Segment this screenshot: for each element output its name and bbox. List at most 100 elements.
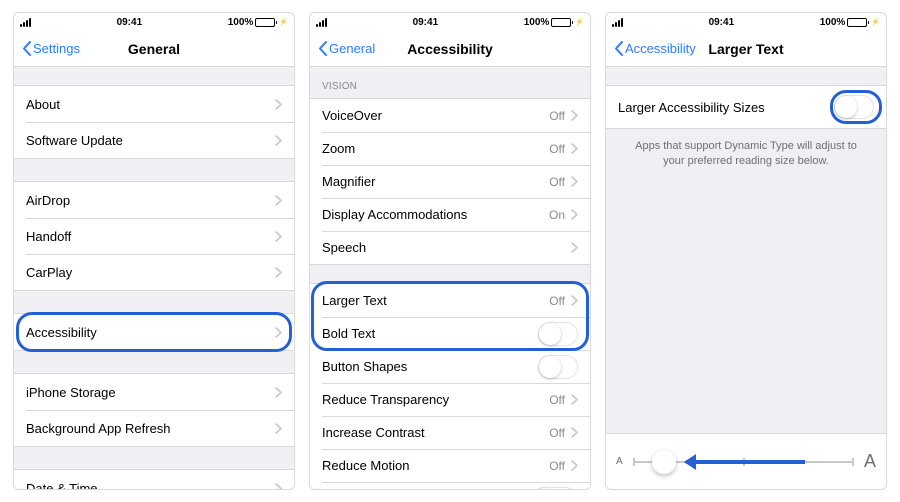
- back-button[interactable]: Settings: [22, 41, 80, 56]
- row-date-time[interactable]: Date & Time: [14, 470, 294, 489]
- chevron-right-icon: [571, 176, 578, 187]
- row-label: Larger Text: [322, 293, 549, 308]
- row-label: Reduce Motion: [322, 458, 549, 473]
- battery-pct: 100%: [820, 17, 846, 28]
- content-scroll[interactable]: Larger Accessibility Sizes Apps that sup…: [606, 67, 886, 489]
- row-value: Off: [549, 426, 565, 440]
- row-airdrop[interactable]: AirDrop: [14, 182, 294, 218]
- chevron-right-icon: [571, 394, 578, 405]
- row-bold-text[interactable]: Bold Text: [310, 317, 590, 350]
- switch-larger-accessibility-sizes[interactable]: [834, 95, 874, 119]
- row-value: Off: [549, 459, 565, 473]
- switch-button-shapes[interactable]: [538, 355, 578, 379]
- chevron-right-icon: [571, 427, 578, 438]
- row-button-shapes[interactable]: Button Shapes: [310, 350, 590, 383]
- slider-track[interactable]: [633, 461, 854, 463]
- settings-group: Accessibility: [14, 313, 294, 351]
- text-size-slider: A A: [606, 433, 886, 489]
- signal-icon: [612, 18, 623, 27]
- switch-bold-text[interactable]: [538, 322, 578, 346]
- settings-group: About Software Update: [14, 85, 294, 159]
- row-zoom[interactable]: Zoom Off: [310, 132, 590, 165]
- slider-thumb[interactable]: [652, 450, 676, 474]
- battery-pct: 100%: [228, 17, 254, 28]
- slider-min-label: A: [616, 456, 623, 467]
- settings-group: VoiceOver Off Zoom Off Magnifier Off Dis…: [310, 98, 590, 265]
- row-label: Background App Refresh: [26, 421, 275, 436]
- row-label: Bold Text: [322, 326, 538, 341]
- row-carplay[interactable]: CarPlay: [14, 254, 294, 290]
- row-display-accommodations[interactable]: Display Accommodations On: [310, 198, 590, 231]
- status-time: 09:41: [413, 17, 439, 28]
- row-label: Software Update: [26, 133, 275, 148]
- back-label: General: [329, 41, 375, 56]
- row-label: Accessibility: [26, 325, 275, 340]
- row-magnifier[interactable]: Magnifier Off: [310, 165, 590, 198]
- content-scroll[interactable]: About Software Update AirDrop Handoff Ca…: [14, 67, 294, 489]
- section-header-vision: Vision: [310, 67, 590, 98]
- row-label: Date & Time: [26, 481, 275, 490]
- row-label: Increase Contrast: [322, 425, 549, 440]
- row-value: Off: [549, 142, 565, 156]
- chevron-right-icon: [275, 231, 282, 242]
- row-increase-contrast[interactable]: Increase Contrast Off: [310, 416, 590, 449]
- row-onoff-labels[interactable]: On/Off Labels: [310, 482, 590, 489]
- nav-bar: General Accessibility: [310, 31, 590, 67]
- settings-group: Date & Time Keyboard: [14, 469, 294, 489]
- chevron-right-icon: [275, 423, 282, 434]
- content-scroll[interactable]: Vision VoiceOver Off Zoom Off Magnifier …: [310, 67, 590, 489]
- battery-pct: 100%: [524, 17, 550, 28]
- nav-bar: Accessibility Larger Text: [606, 31, 886, 67]
- row-handoff[interactable]: Handoff: [14, 218, 294, 254]
- battery-icon: [847, 18, 867, 27]
- phone-general: 09:41 100% ⚡ Settings General About Soft…: [13, 12, 295, 490]
- back-button[interactable]: General: [318, 41, 375, 56]
- back-button[interactable]: Accessibility: [614, 41, 696, 56]
- row-label: Button Shapes: [322, 359, 538, 374]
- row-speech[interactable]: Speech: [310, 231, 590, 264]
- chevron-right-icon: [275, 195, 282, 206]
- slider-max-label: A: [864, 451, 876, 472]
- chevron-right-icon: [571, 295, 578, 306]
- back-label: Settings: [33, 41, 80, 56]
- row-accessibility[interactable]: Accessibility: [14, 314, 294, 350]
- arrow-annotation: [686, 460, 806, 464]
- status-bar: 09:41 100% ⚡: [310, 13, 590, 31]
- row-software-update[interactable]: Software Update: [14, 122, 294, 158]
- row-voiceover[interactable]: VoiceOver Off: [310, 99, 590, 132]
- row-reduce-transparency[interactable]: Reduce Transparency Off: [310, 383, 590, 416]
- back-label: Accessibility: [625, 41, 696, 56]
- row-larger-text[interactable]: Larger Text Off: [310, 284, 590, 317]
- switch-onoff-labels[interactable]: [532, 487, 578, 490]
- row-larger-accessibility-sizes[interactable]: Larger Accessibility Sizes: [606, 86, 886, 128]
- row-value: Off: [549, 175, 565, 189]
- chevron-right-icon: [275, 267, 282, 278]
- chevron-right-icon: [571, 110, 578, 121]
- row-about[interactable]: About: [14, 86, 294, 122]
- row-label: Handoff: [26, 229, 275, 244]
- settings-group: Larger Accessibility Sizes: [606, 85, 886, 129]
- phone-larger-text: 09:41 100% ⚡ Accessibility Larger Text L…: [605, 12, 887, 490]
- nav-bar: Settings General: [14, 31, 294, 67]
- chevron-left-icon: [22, 41, 31, 56]
- row-reduce-motion[interactable]: Reduce Motion Off: [310, 449, 590, 482]
- row-label: Speech: [322, 240, 571, 255]
- chevron-right-icon: [275, 483, 282, 490]
- row-background-app-refresh[interactable]: Background App Refresh: [14, 410, 294, 446]
- phone-accessibility: 09:41 100% ⚡ General Accessibility Visio…: [309, 12, 591, 490]
- chevron-right-icon: [275, 99, 282, 110]
- status-time: 09:41: [709, 17, 735, 28]
- chevron-left-icon: [614, 41, 623, 56]
- status-bar: 09:41 100% ⚡: [606, 13, 886, 31]
- row-value: Off: [549, 109, 565, 123]
- row-label: About: [26, 97, 275, 112]
- footer-note: Apps that support Dynamic Type will adju…: [606, 129, 886, 180]
- status-bar: 09:41 100% ⚡: [14, 13, 294, 31]
- battery-icon: [551, 18, 571, 27]
- row-label: Larger Accessibility Sizes: [618, 100, 834, 115]
- battery-icon: [255, 18, 275, 27]
- settings-group: iPhone Storage Background App Refresh: [14, 373, 294, 447]
- row-label: Display Accommodations: [322, 207, 549, 222]
- row-value: Off: [549, 294, 565, 308]
- row-iphone-storage[interactable]: iPhone Storage: [14, 374, 294, 410]
